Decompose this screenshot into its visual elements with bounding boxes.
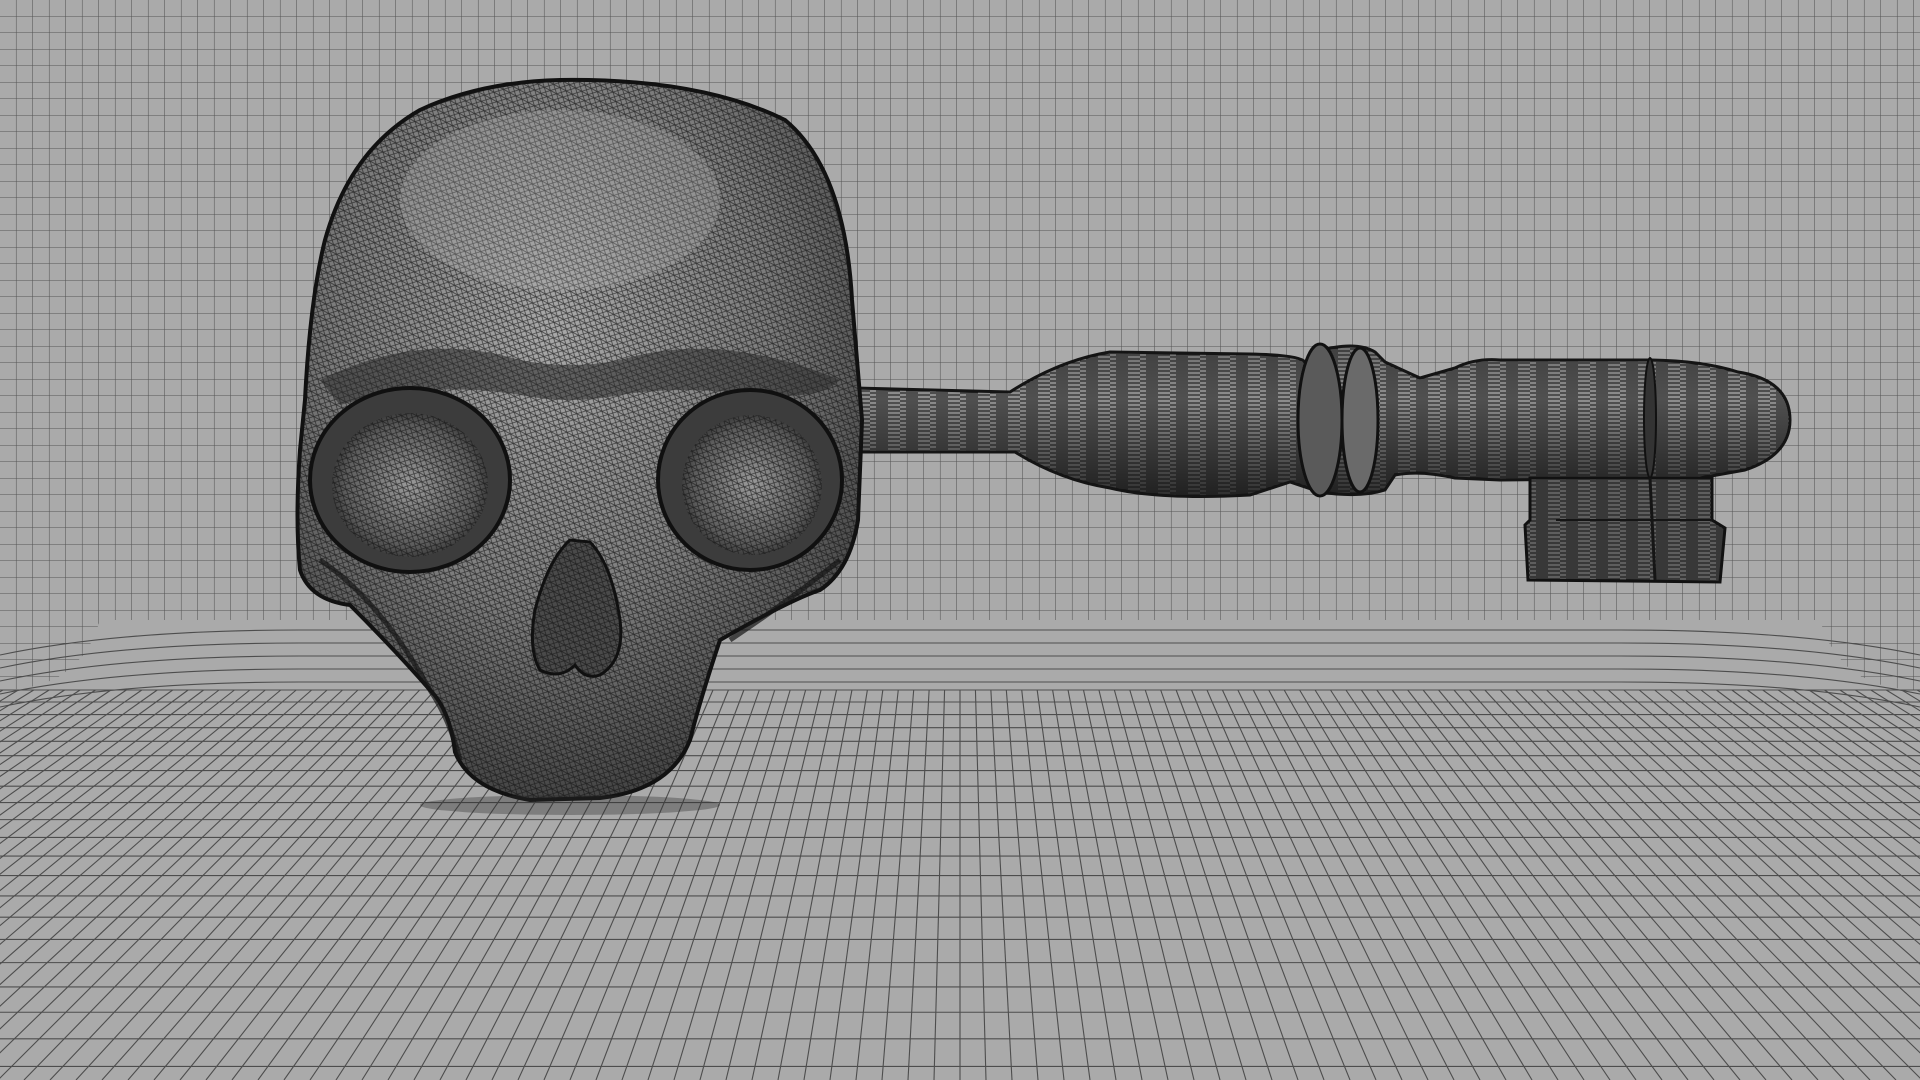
skull-shadow (420, 795, 720, 815)
right-eye-socket (656, 388, 844, 572)
left-eye-socket (308, 386, 512, 574)
viewport (0, 0, 1920, 1080)
